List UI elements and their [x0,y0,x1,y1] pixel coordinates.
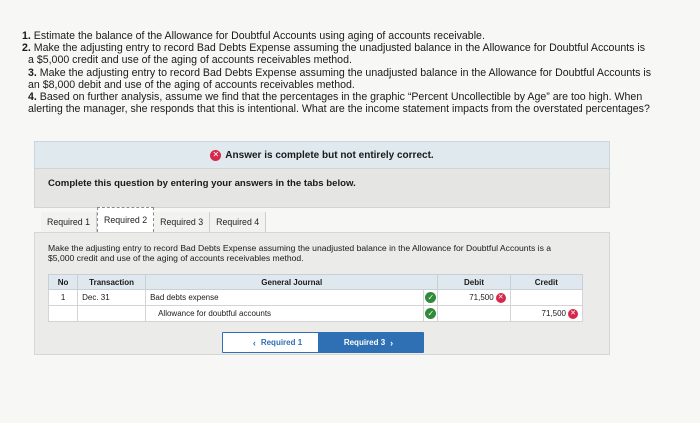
tab-required-4[interactable]: Required 4 [210,212,267,232]
header-debit: Debit [437,274,511,290]
x-circle-icon: ✕ [495,292,506,303]
next-required-button[interactable]: Required 3 › [318,332,424,353]
tab-required-2[interactable]: Required 2 [97,207,155,232]
account-check-cell: ✓ [423,289,439,306]
check-circle-icon: ✓ [425,308,437,319]
account-cell[interactable]: Allowance for doubtful accounts [145,305,425,322]
instruction-line-2b: a $5,000 credit and use of the aging of … [28,54,352,67]
credit-cell[interactable]: 71,500 ✕ [509,305,584,322]
previous-button-label: Required 1 [260,338,303,347]
answer-status-text: Answer is complete but not entirely corr… [225,149,434,161]
debit-cell[interactable] [437,305,511,322]
header-credit: Credit [509,274,584,290]
question-instructions: 1. Estimate the balance of the Allowance… [22,30,682,115]
instruction-line-3: 3. Make the adjusting entry to record Ba… [28,66,652,79]
x-circle-icon: ✕ [568,308,578,319]
debit-cell[interactable]: 71,500 ✕ [437,289,511,306]
credit-cell[interactable] [509,289,584,306]
account-cell[interactable]: Bad debts expense [145,289,425,306]
transaction-cell[interactable]: Dec. 31 [77,289,147,306]
journal-row: Allowance for doubtful accounts ✓ 71,500… [47,305,584,322]
header-general-journal: General Journal [145,274,439,290]
journal-row: 1 Dec. 31 Bad debts expense ✓ 71,500 ✕ [47,289,584,306]
instruction-line-3b: an $8,000 debit and use of the aging of … [28,78,355,91]
tab-required-3[interactable]: Required 3 [154,212,211,232]
answer-status-banner: ✕ Answer is complete but not entirely co… [34,141,610,169]
instruction-line-4: 4. Based on further analysis, assume we … [28,91,643,104]
row-no-cell [47,305,79,322]
requirement-prompt: Make the adjusting entry to record Bad D… [48,243,552,263]
transaction-cell[interactable] [77,305,147,322]
journal-header-row: No Transaction General Journal Debit Cre… [47,274,584,290]
header-no: No [47,274,79,290]
general-journal-table: No Transaction General Journal Debit Cre… [47,274,584,322]
required-tabs: Required 1 Required 2 Required 3 Require… [41,207,267,232]
row-no-cell: 1 [47,289,79,306]
chevron-left-icon: ‹ [252,337,256,348]
instruction-line-2: 2. Make the adjusting entry to record Ba… [22,42,646,55]
previous-required-button[interactable]: ‹ Required 1 [222,332,328,353]
header-transaction: Transaction [77,274,147,290]
chevron-right-icon: › [390,337,394,348]
debit-value: 71,500 [469,292,494,302]
credit-value: 71,500 [541,308,566,318]
tab-required-1[interactable]: Required 1 [41,212,98,232]
next-button-label: Required 3 [343,338,386,347]
x-circle-icon: ✕ [210,149,222,161]
account-check-cell: ✓ [423,305,439,322]
tabs-instruction-text: Complete this question by entering your … [48,178,356,189]
instruction-line-4b: alerting the manager, she responds that … [28,103,650,116]
instruction-line-1: 1. Estimate the balance of the Allowance… [22,30,485,42]
tabs-instruction-panel: Complete this question by entering your … [34,168,610,208]
check-circle-icon: ✓ [425,292,437,303]
